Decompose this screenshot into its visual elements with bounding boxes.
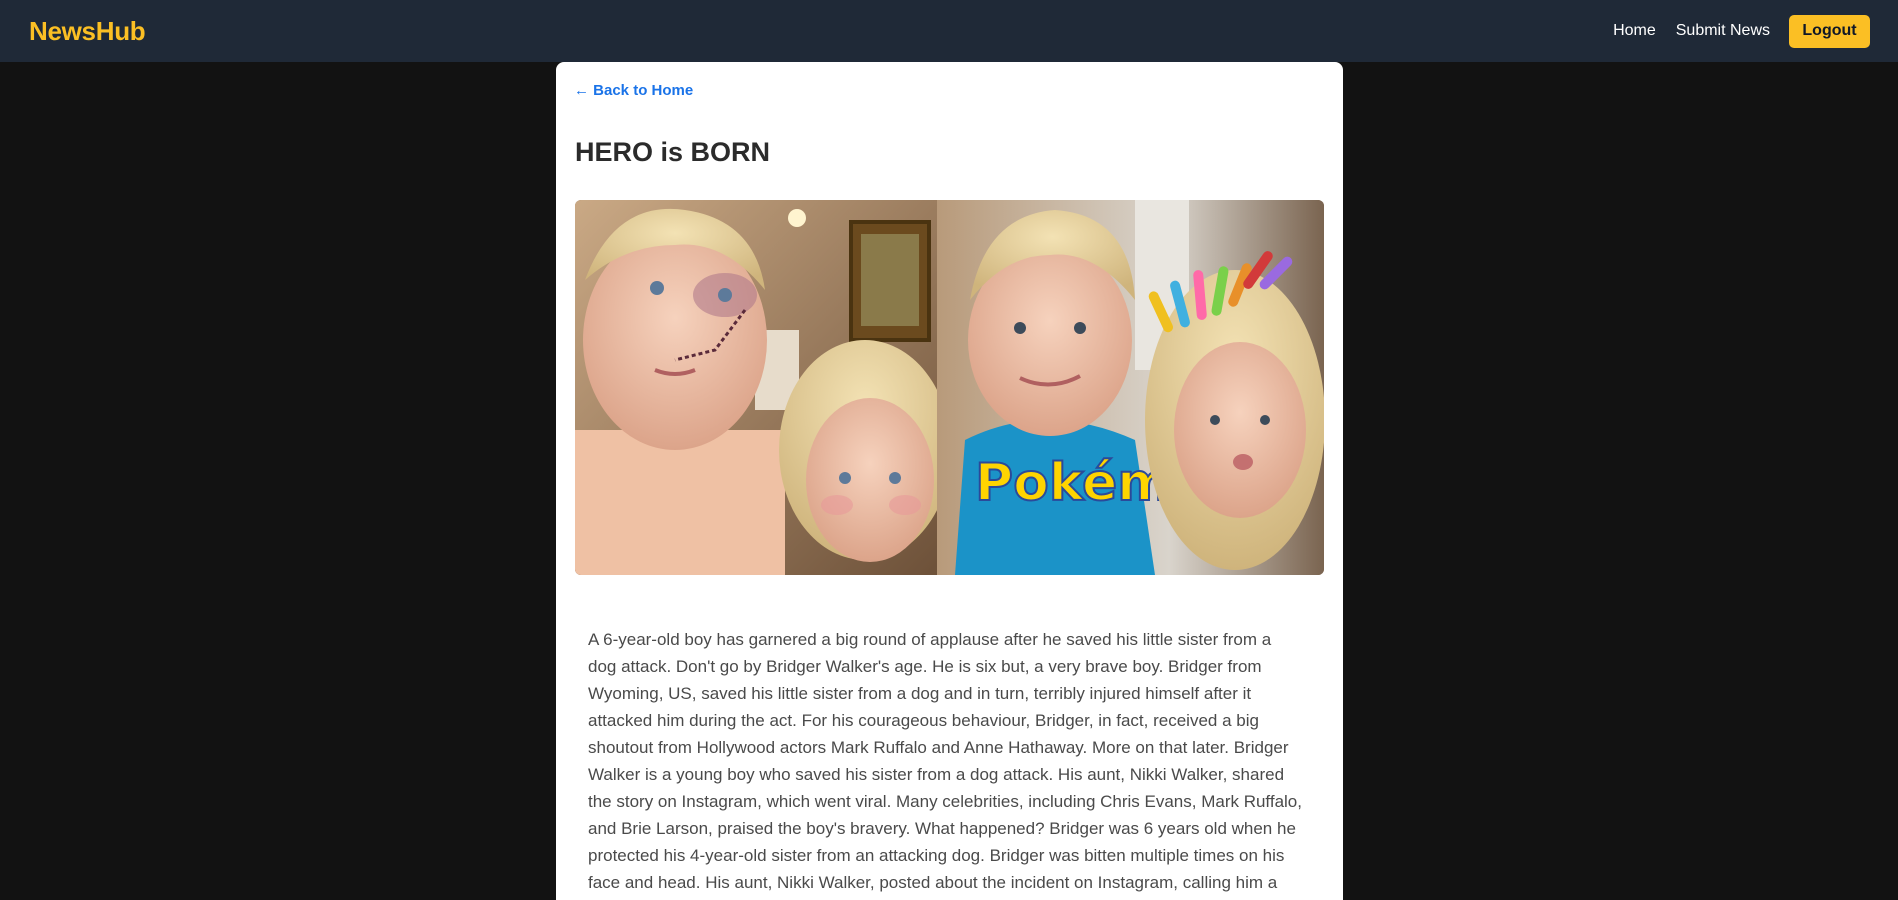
back-to-home-link[interactable]: ← Back to Home	[574, 82, 693, 99]
article-image: Pokémon	[575, 200, 1324, 575]
brand-logo[interactable]: NewsHub	[29, 16, 146, 47]
top-navbar: NewsHub Home Submit News Logout	[0, 0, 1898, 62]
nav-menu: Home Submit News Logout	[1593, 14, 1870, 48]
article-photo-illustration: Pokémon	[575, 200, 1324, 575]
article-title: HERO is BORN	[575, 137, 771, 167]
nav-link-submit-news[interactable]: Submit News	[1676, 22, 1770, 40]
article-card: ← Back to Home HERO is BORN Pokémon A 6-…	[556, 62, 1343, 900]
nav-link-home[interactable]: Home	[1613, 22, 1656, 40]
article-body: A 6-year-old boy has garnered a big roun…	[588, 630, 1302, 892]
logout-button[interactable]: Logout	[1789, 14, 1870, 48]
